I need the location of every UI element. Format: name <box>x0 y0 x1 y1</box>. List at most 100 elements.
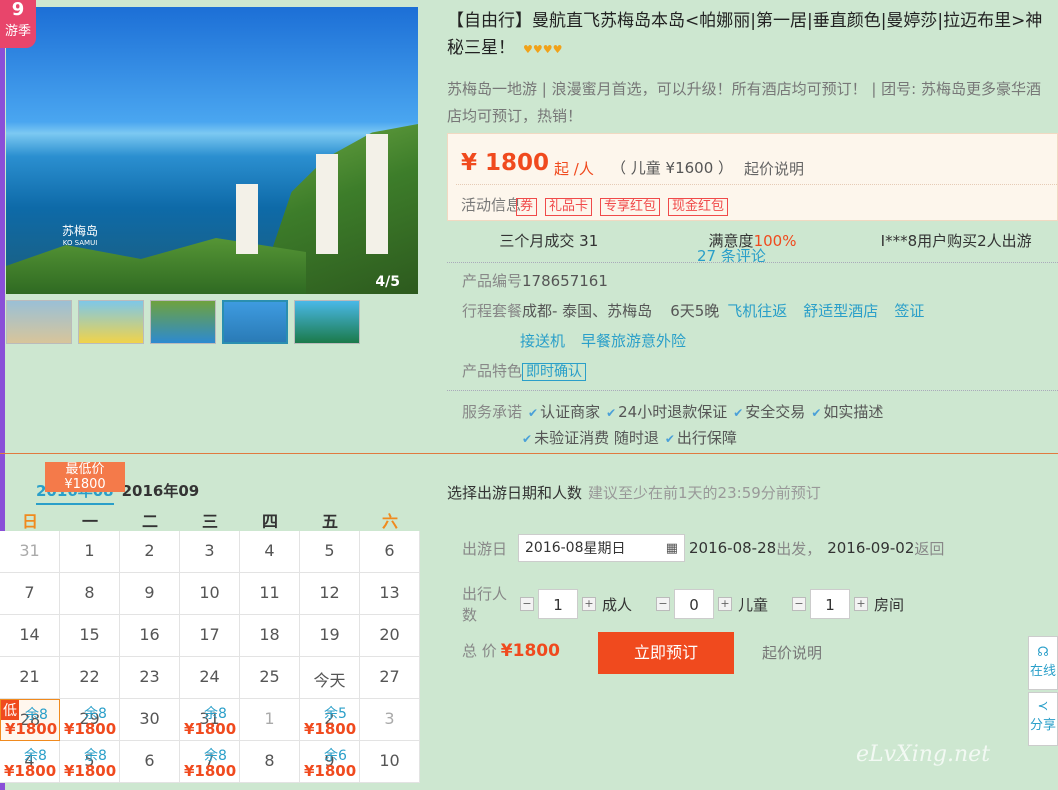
calendar-day[interactable]: 25 <box>240 657 300 699</box>
calendar-day[interactable]: 9 <box>120 573 180 615</box>
day-number: 17 <box>199 625 220 644</box>
main-divider <box>0 453 1058 454</box>
minus-icon[interactable]: − <box>656 597 671 611</box>
price-explain-link[interactable]: 起价说明 <box>744 158 804 179</box>
minus-icon[interactable]: − <box>520 597 534 611</box>
calendar-day[interactable]: 15 <box>60 615 120 657</box>
plan-route: 成都- 泰国、苏梅岛 <box>522 302 653 320</box>
price-divider <box>456 184 1057 185</box>
calendar-day[interactable]: 14 <box>0 615 60 657</box>
calendar-day[interactable]: 4 余8 ¥1800 <box>0 741 60 783</box>
plan-tag-insurance[interactable]: 早餐旅游意外险 <box>581 332 686 350</box>
calendar-day[interactable]: 22 <box>60 657 120 699</box>
calendar-day[interactable]: 6 <box>120 741 180 783</box>
calendar-day[interactable]: 31 余8 ¥1800 <box>180 699 240 741</box>
plus-icon[interactable]: + <box>582 597 596 611</box>
thumbnail-1[interactable] <box>6 300 72 344</box>
calendar-day[interactable]: 10 <box>180 573 240 615</box>
image-counter: 4/5 <box>375 274 400 290</box>
service-refund: 24小时退款保证 <box>618 403 728 421</box>
adults-count[interactable]: 1 <box>538 589 578 619</box>
children-count[interactable]: 0 <box>674 589 715 619</box>
calendar-day[interactable]: 今天 <box>300 657 360 699</box>
calendar-day[interactable]: 29 余8 ¥1800 <box>60 699 120 741</box>
day-number: 2 <box>144 541 155 560</box>
calendar-day[interactable]: 21 <box>0 657 60 699</box>
plan-tag-flight[interactable]: 飞机往返 <box>727 302 787 320</box>
calendar-day[interactable]: 8 <box>60 573 120 615</box>
day-price: ¥1800 <box>5 720 58 738</box>
calendar-day[interactable]: 31 <box>0 531 60 573</box>
weekday-label: 二 <box>141 512 158 531</box>
activity-tag-giftcard[interactable]: 礼品卡 <box>545 198 593 216</box>
plan-row-2: 接送机 早餐旅游意外险 <box>520 326 694 356</box>
calendar-day[interactable]: 18 <box>240 615 300 657</box>
calendar-day[interactable]: 24 <box>180 657 240 699</box>
day-price: ¥1800 <box>304 762 357 780</box>
calendar-icon[interactable]: ▦ <box>666 541 678 556</box>
calendar-day[interactable]: 30 <box>120 699 180 741</box>
day-number: 22 <box>79 667 100 686</box>
date-picker-input[interactable]: 2016-08 星期日 ▦ <box>518 534 685 562</box>
plan-days: 6天5晚 <box>670 302 720 320</box>
calendar-day[interactable]: 12 <box>300 573 360 615</box>
thumbnail-2[interactable] <box>78 300 144 344</box>
check-icon: ✔ <box>664 432 675 446</box>
plan-tag-transfer[interactable]: 接送机 <box>520 332 565 350</box>
share-label: 分享 <box>1029 718 1056 733</box>
calendar-day[interactable]: 1 <box>240 699 300 741</box>
calendar-day[interactable]: 27 <box>360 657 420 699</box>
month-tab-next[interactable]: 2016年09 <box>122 482 200 500</box>
return-text: 返回 <box>914 539 945 558</box>
calendar-day[interactable]: 3 <box>180 531 240 573</box>
activity-tags: 券 礼品卡 专享红包 现金红包 <box>516 198 729 216</box>
share-button[interactable]: ≺ 分享 <box>1028 692 1058 746</box>
price-explain-link-2[interactable]: 起价说明 <box>762 642 822 663</box>
calendar-day[interactable]: 3 <box>360 699 420 741</box>
book-now-button[interactable]: 立即预订 <box>598 632 734 674</box>
calendar-day[interactable]: 4 <box>240 531 300 573</box>
calendar-day[interactable]: 6 <box>360 531 420 573</box>
calendar-day[interactable]: 7 <box>0 573 60 615</box>
calendar-day[interactable]: 16 <box>120 615 180 657</box>
lowest-price-label: 最低价 <box>65 462 105 477</box>
calendar-day[interactable]: 1 <box>60 531 120 573</box>
calendar-day[interactable]: 11 <box>240 573 300 615</box>
online-service-button[interactable]: ☊ 在线 <box>1028 636 1058 690</box>
thumbnail-5[interactable] <box>294 300 360 344</box>
adults-label: 成人 <box>602 595 633 614</box>
plan-tag-visa[interactable]: 签证 <box>894 302 924 320</box>
day-number: 1 <box>264 709 275 728</box>
calendar-day[interactable]: 19 <box>300 615 360 657</box>
weekday-header: 日一二三四五六 <box>0 508 420 531</box>
calendar-day[interactable]: 10 <box>360 741 420 783</box>
calendar-day[interactable]: 20 <box>360 615 420 657</box>
calendar-day[interactable]: 7 余8 ¥1800 <box>180 741 240 783</box>
product-stats: 三个月成交 31 满意度100% I***8用户购买2人出游 27 条评论 <box>447 229 1058 265</box>
thumbnail-4[interactable] <box>222 300 288 344</box>
calendar-day[interactable]: 2 余5 ¥1800 <box>300 699 360 741</box>
calendar-day[interactable]: 17 <box>180 615 240 657</box>
minus-icon[interactable]: − <box>792 597 807 611</box>
product-gallery-main-image[interactable]: 苏梅岛 KO SAMUI 4/5 <box>6 7 418 294</box>
calendar-day[interactable]: 2 <box>120 531 180 573</box>
calendar-day[interactable]: 8 <box>240 741 300 783</box>
calendar-day[interactable]: 9 余6 ¥1800 <box>300 741 360 783</box>
activity-tag-exclusive[interactable]: 专享红包 <box>600 198 661 216</box>
depart-text: 出发， <box>776 539 822 558</box>
plan-tag-hotel[interactable]: 舒适型酒店 <box>803 302 878 320</box>
calendar-day[interactable]: 5 <box>300 531 360 573</box>
activity-tag-cash[interactable]: 现金红包 <box>668 198 729 216</box>
service-accurate: 如实描述 <box>823 403 884 421</box>
plus-icon[interactable]: + <box>854 597 869 611</box>
calendar-day[interactable]: 5 余8 ¥1800 <box>60 741 120 783</box>
plus-icon[interactable]: + <box>718 597 733 611</box>
calendar-day[interactable]: 13 <box>360 573 420 615</box>
product-code-row: 产品编号178657161 <box>462 266 608 296</box>
rooms-count[interactable]: 1 <box>810 589 851 619</box>
thumbnail-3[interactable] <box>150 300 216 344</box>
calendar-day[interactable]: 23 <box>120 657 180 699</box>
service-row: 服务承诺 ✔ 认证商家 ✔ 24小时退款保证 ✔ 安全交易 ✔ 如实描述 <box>462 400 883 425</box>
activity-tag-coupon[interactable]: 券 <box>516 198 538 216</box>
calendar-day[interactable]: 28 余8 ¥1800 低 <box>0 699 60 741</box>
